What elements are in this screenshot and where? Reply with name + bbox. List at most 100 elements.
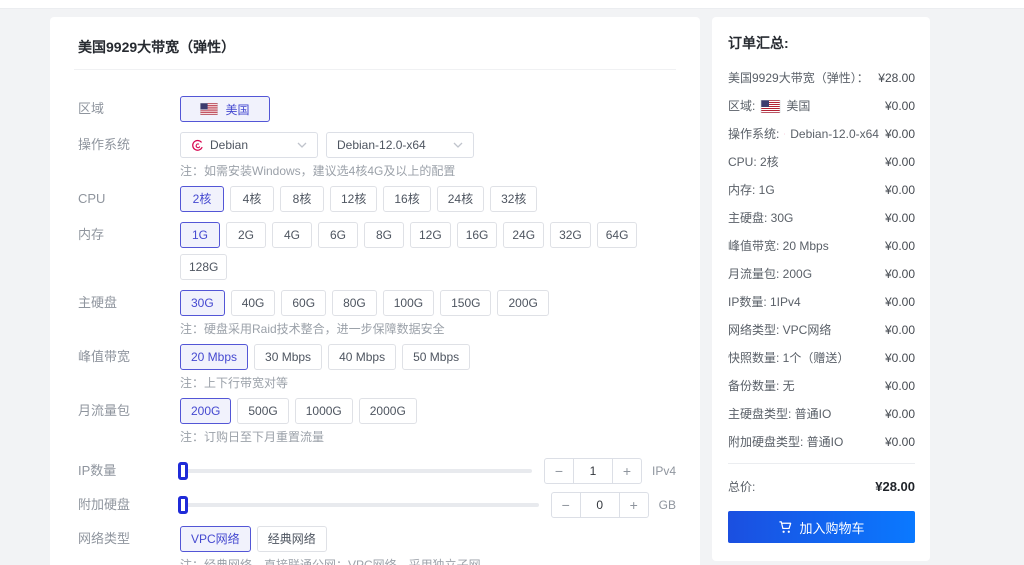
os-label: 操作系统 (74, 132, 180, 158)
region-label: 区域 (74, 96, 180, 122)
page-title: 美国9929大带宽（弹性） (74, 31, 676, 70)
summary-total-row: 总价: ¥28.00 (728, 478, 915, 495)
ip-count-slider[interactable] (180, 469, 532, 473)
summary-region-value: 美国 (786, 99, 810, 113)
summary-row: 峰值带宽: 20 Mbps ¥0.00 (728, 239, 915, 253)
disk-note: 注：硬盘采用Raid技术整合，进一步保障数据安全 (180, 322, 676, 336)
summary-row: 主硬盘: 30G ¥0.00 (728, 211, 915, 225)
disk-option[interactable]: 200G (497, 290, 548, 316)
cpu-option[interactable]: 2核 (180, 186, 224, 212)
ip-count-stepper: − 1 + (544, 458, 642, 484)
debian-icon (784, 128, 785, 140)
bandwidth-note: 注：上下行带宽对等 (180, 376, 676, 390)
summary-row: CPU: 2核 ¥0.00 (728, 155, 915, 169)
disk-option[interactable]: 80G (332, 290, 377, 316)
memory-label: 内存 (74, 222, 180, 248)
memory-option[interactable]: 64G (597, 222, 638, 248)
cpu-option[interactable]: 32核 (490, 186, 537, 212)
traffic-options: 200G500G 1000G2000G (180, 398, 672, 424)
bandwidth-option[interactable]: 30 Mbps (254, 344, 322, 370)
summary-row: IP数量: 1IPv4 ¥0.00 (728, 295, 915, 309)
network-options: VPC网络经典网络 (180, 526, 672, 552)
extra-disk-slider-handle[interactable] (178, 496, 188, 514)
order-summary-title: 订单汇总: (728, 33, 915, 53)
minus-icon[interactable]: − (545, 459, 573, 483)
summary-plan-price: ¥28.00 (878, 71, 915, 85)
config-form: 区域 (74, 70, 676, 565)
summary-row: 主硬盘类型: 普通IO ¥0.00 (728, 407, 915, 421)
cart-icon (778, 520, 793, 535)
memory-option[interactable]: 12G (410, 222, 451, 248)
form-row-region: 区域 (74, 96, 676, 122)
memory-option[interactable]: 1G (180, 222, 220, 248)
traffic-option[interactable]: 1000G (295, 398, 353, 424)
order-summary-card: 订单汇总: 美国9929大带宽（弹性）： ¥28.00 区域: (712, 17, 930, 561)
disk-option[interactable]: 150G (440, 290, 491, 316)
ip-count-label: IP数量 (74, 458, 180, 484)
traffic-option[interactable]: 2000G (359, 398, 417, 424)
disk-options: 30G40G60G80G100G150G200G (180, 290, 672, 316)
memory-option[interactable]: 8G (364, 222, 404, 248)
memory-option[interactable]: 2G (226, 222, 266, 248)
summary-row-os: 操作系统: Debian-12.0-x64 ¥0.00 (728, 127, 915, 141)
disk-label: 主硬盘 (74, 290, 180, 316)
summary-total-price: ¥28.00 (875, 479, 915, 494)
traffic-option[interactable]: 500G (237, 398, 288, 424)
summary-os-prefix: 操作系统: (728, 127, 779, 141)
minus-icon[interactable]: − (552, 493, 580, 517)
network-option[interactable]: 经典网络 (257, 526, 327, 552)
cpu-option[interactable]: 24核 (437, 186, 484, 212)
cpu-option[interactable]: 12核 (330, 186, 377, 212)
extra-disk-label: 附加硬盘 (74, 492, 180, 518)
bandwidth-option[interactable]: 40 Mbps (328, 344, 396, 370)
extra-disk-slider[interactable] (180, 503, 539, 507)
page-layout: 美国9929大带宽（弹性） 区域 (0, 9, 1024, 565)
form-row-network: 网络类型 VPC网络经典网络 注：经典网络，直接联通公网；VPC网络，采用独立子… (74, 526, 676, 565)
summary-os-value: Debian-12.0-x64 (790, 127, 879, 141)
plus-icon[interactable]: + (620, 493, 648, 517)
cpu-option[interactable]: 4核 (230, 186, 274, 212)
cpu-option[interactable]: 8核 (280, 186, 324, 212)
add-to-cart-button[interactable]: 加入购物车 (728, 511, 915, 543)
os-family-select[interactable]: Debian (180, 132, 318, 158)
summary-row: 内存: 1G ¥0.00 (728, 183, 915, 197)
form-row-bandwidth: 峰值带宽 20 Mbps30 Mbps40 Mbps50 Mbps 注：上下行带… (74, 344, 676, 390)
traffic-option[interactable]: 200G (180, 398, 231, 424)
memory-option[interactable]: 128G (180, 254, 227, 280)
network-option[interactable]: VPC网络 (180, 526, 251, 552)
form-row-cpu: CPU 2核4核8核12核16核24核32核 (74, 186, 676, 212)
form-row-os: 操作系统 Debian (74, 132, 676, 178)
disk-option[interactable]: 30G (180, 290, 225, 316)
disk-option[interactable]: 100G (383, 290, 434, 316)
bandwidth-option[interactable]: 50 Mbps (402, 344, 470, 370)
traffic-label: 月流量包 (74, 398, 180, 424)
summary-row-region: 区域: 美国 ¥0.00 (728, 99, 915, 113)
add-to-cart-label: 加入购物车 (799, 518, 864, 537)
summary-region-price: ¥0.00 (885, 99, 915, 113)
bandwidth-option[interactable]: 20 Mbps (180, 344, 248, 370)
ip-count-value[interactable]: 1 (573, 459, 613, 483)
summary-row: 快照数量: 1个（赠送） ¥0.00 (728, 351, 915, 365)
ip-count-slider-handle[interactable] (178, 462, 188, 480)
memory-option[interactable]: 24G (503, 222, 544, 248)
region-option-label: 美国 (225, 101, 249, 118)
memory-option[interactable]: 6G (318, 222, 358, 248)
summary-rows: CPU: 2核 ¥0.00 内存: 1G ¥0.00 主硬盘: 30G ¥0.0… (728, 155, 915, 449)
plus-icon[interactable]: + (613, 459, 641, 483)
memory-option[interactable]: 16G (457, 222, 498, 248)
os-family-value: Debian (210, 138, 248, 152)
form-row-traffic: 月流量包 200G500G 1000G2000G 注：订购日至下月重置流量 (74, 398, 676, 444)
disk-option[interactable]: 60G (281, 290, 326, 316)
form-row-ip-count: IP数量 − 1 + IPv4 (74, 458, 676, 484)
memory-option[interactable]: 4G (272, 222, 312, 248)
extra-disk-value[interactable]: 0 (580, 493, 620, 517)
disk-option[interactable]: 40G (231, 290, 276, 316)
os-version-select[interactable]: Debian-12.0-x64 (326, 132, 474, 158)
memory-option[interactable]: 32G (550, 222, 591, 248)
summary-region-prefix: 区域: (728, 99, 755, 113)
region-option-us[interactable]: 美国 (180, 96, 270, 122)
cpu-options: 2核4核8核12核16核 24核32核 (180, 186, 672, 212)
traffic-note: 注：订购日至下月重置流量 (180, 430, 676, 444)
ip-count-unit: IPv4 (652, 464, 676, 478)
cpu-option[interactable]: 16核 (383, 186, 430, 212)
